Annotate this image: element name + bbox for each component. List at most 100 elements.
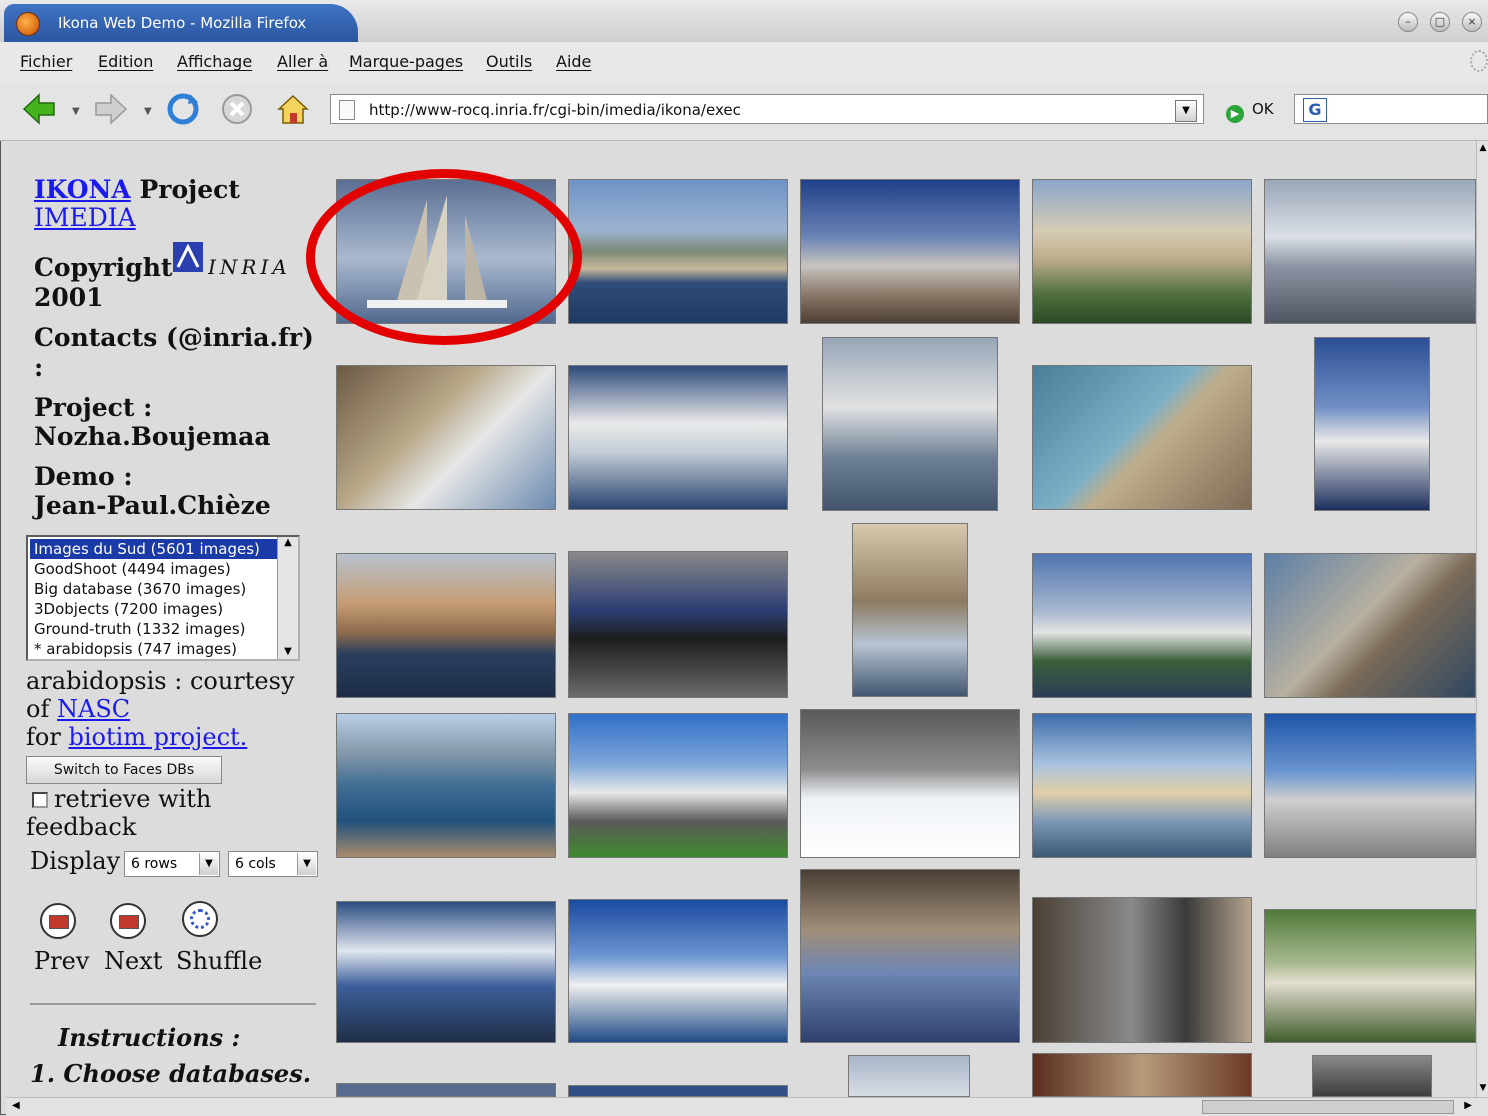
rows-dropdown-icon[interactable]: ▼ [199,853,218,875]
thumbnail-donkeys[interactable] [1032,897,1252,1043]
thumbnail-coastal-cliff[interactable] [336,553,556,698]
switch-faces-button[interactable]: Switch to Faces DBs [26,756,222,784]
thumbnail-beach-umbrellas[interactable] [336,901,556,1043]
nasc-link[interactable]: NASC [57,695,130,723]
thumbnail-sailing-ship[interactable] [568,899,788,1043]
thumbnail-row6-2[interactable] [568,1085,788,1097]
thumbnail-sailor-ropes[interactable] [1264,553,1476,698]
cols-select[interactable]: 6 cols ▼ [228,851,318,877]
shuffle-icon[interactable] [182,901,218,937]
thumbnail-sailors-deck[interactable] [336,365,556,510]
scroll-up-icon[interactable]: ▲ [278,537,298,548]
biotim-link[interactable]: biotim project. [68,723,247,751]
rows-select[interactable]: 6 rows ▼ [124,851,220,877]
menu-aide[interactable]: Aide [556,52,591,71]
database-option[interactable]: Ground-truth (1332 images) [30,619,278,639]
thumbnail-snow-forest[interactable] [800,709,1020,858]
go-icon: ▶ [1226,105,1244,123]
cols-dropdown-icon[interactable]: ▼ [297,853,316,875]
firefox-icon [16,12,40,36]
thumbnail-tall-ship[interactable] [1314,337,1430,511]
scroll-thumb[interactable] [1202,1100,1454,1114]
horizontal-scrollbar[interactable]: ◀ ▶ [6,1097,1488,1116]
thumbnail-city-view[interactable] [800,179,1020,324]
scroll-up-icon[interactable]: ▲ [1477,143,1488,153]
thumbnail-row6-5[interactable] [1312,1055,1432,1097]
next-icon[interactable] [110,903,146,939]
thumbnail-row6-3[interactable] [848,1055,970,1097]
thumbnail-truck-palm[interactable] [568,713,788,858]
menu-edition[interactable]: Edition [98,52,153,71]
highlight-circle [306,169,582,345]
prev-icon[interactable] [40,903,76,939]
stop-icon[interactable] [220,92,254,126]
url-text[interactable]: http://www-rocq.inria.fr/cgi-bin/imedia/… [369,101,741,119]
thumbnail-harbor-city[interactable] [568,179,788,324]
thumbnail-aerial-deck[interactable] [822,337,998,511]
scroll-right-icon[interactable]: ▶ [1464,1100,1472,1111]
menu-fichier[interactable]: Fichier [20,52,72,71]
thumbnail-vintage-car[interactable] [568,551,788,698]
menu-affichage[interactable]: Affichage [177,52,252,71]
database-option[interactable]: GoodShoot (4494 images) [30,559,278,579]
database-option[interactable]: * arabidopsis (747 images) [30,639,278,659]
scroll-down-icon[interactable]: ▼ [278,646,298,657]
thumbnail-bay-view[interactable] [336,713,556,858]
maximize-icon[interactable]: □ [1430,12,1450,32]
shuffle-label[interactable]: Shuffle [176,947,262,975]
database-option[interactable]: Big database (3670 images) [30,579,278,599]
close-icon[interactable]: × [1462,12,1482,32]
prev-label[interactable]: Prev [34,947,89,975]
minimize-icon[interactable]: – [1398,12,1418,32]
thumbnail-sail-closeup[interactable] [852,523,968,697]
back-dropdown-icon[interactable]: ▼ [72,106,80,117]
window-title: Ikona Web Demo - Mozilla Firefox [58,14,307,32]
database-list[interactable]: Images du Sud (5601 images) GoodShoot (4… [26,535,300,661]
forward-arrow-icon[interactable] [94,92,128,126]
courtesy-text: arabidopsis : courtesy [26,667,295,695]
menu-marque-pages[interactable]: Marque-pages [349,52,463,71]
thumbnail-tgv-train[interactable] [1264,179,1476,324]
scroll-down-icon[interactable]: ▼ [1477,1083,1488,1093]
google-search-icon: G [1303,98,1327,122]
thumbnail-sleeping-couple[interactable] [800,869,1020,1043]
page-icon [339,100,355,120]
ikona-link[interactable]: IKONA [34,175,131,204]
thumbnail-plaza-fountain[interactable] [1032,179,1252,324]
search-box[interactable]: G [1294,94,1488,124]
menu-outils[interactable]: Outils [486,52,532,71]
inria-logo-icon [173,242,203,272]
thumbnail-airport[interactable] [1032,553,1252,698]
page-content: IKONA Project IMEDIA Copyright INRIA 200… [6,141,1476,1097]
thumbnail-row6-4[interactable] [1032,1053,1252,1097]
thumbnail-row6-1[interactable] [336,1083,556,1097]
imedia-link[interactable]: IMEDIA [34,203,136,232]
copyright-label: Copyright [34,253,173,282]
title-bar: Ikona Web Demo - Mozilla Firefox – □ × [0,0,1488,42]
back-arrow-icon[interactable] [22,92,56,126]
contacts-colon: : [34,353,44,382]
go-button[interactable]: ▶ OK [1226,100,1274,123]
vertical-scrollbar[interactable]: ▲ ▼ [1476,141,1488,1097]
reload-icon[interactable] [166,92,200,126]
thumbnail-classic-yacht[interactable] [1032,713,1252,858]
home-icon[interactable] [276,92,310,126]
database-option[interactable]: 3Dobjects (7200 images) [30,599,278,619]
scroll-left-icon[interactable]: ◀ [12,1100,20,1111]
thumbnail-racing-yacht[interactable] [568,365,788,510]
url-bar[interactable]: http://www-rocq.inria.fr/cgi-bin/imedia/… [330,94,1204,124]
feedback-label: retrieve with [54,785,212,813]
thumbnail-port-aerial[interactable] [1032,365,1252,510]
divider [30,1003,316,1005]
menu-aller-a[interactable]: Aller à [277,52,328,71]
thumbnail-fountain-square[interactable] [1264,713,1476,858]
url-history-dropdown-icon[interactable]: ▼ [1175,100,1197,122]
forward-dropdown-icon[interactable]: ▼ [144,106,152,117]
instructions-title: Instructions : [58,1023,241,1052]
thumbnail-couple-tea[interactable] [1264,909,1476,1043]
database-list-scrollbar[interactable]: ▲ ▼ [277,537,298,659]
cols-value: 6 cols [235,856,276,872]
database-option[interactable]: Images du Sud (5601 images) [30,539,278,559]
feedback-checkbox[interactable] [32,792,48,808]
next-label[interactable]: Next [104,947,162,975]
